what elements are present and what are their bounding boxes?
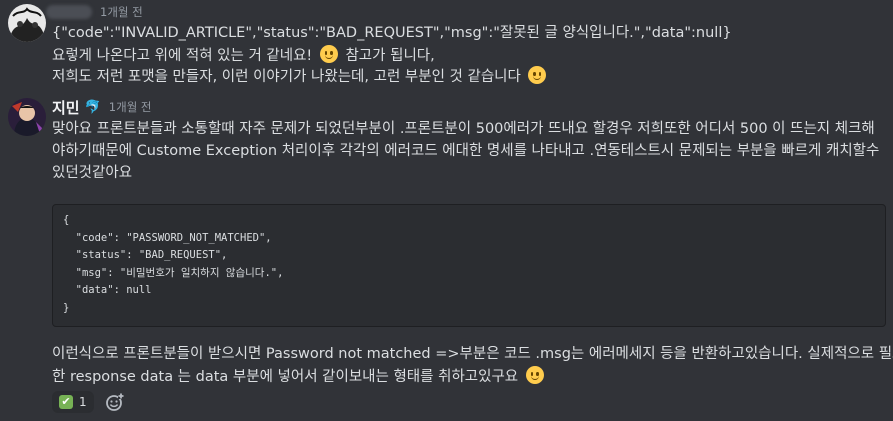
redacted-username (46, 5, 92, 19)
username[interactable]: 지민 (52, 97, 80, 118)
code-line: "status": "BAD_REQUEST", (63, 249, 228, 261)
slightly-smiling-face-icon (528, 66, 547, 84)
message-header: 1개월 전 (46, 3, 143, 21)
message-line: 요렇게 나온다고 위에 적혀 있는 거 같네요! 참고가 됩니다, (52, 45, 435, 67)
code-block: { "code": "PASSWORD_NOT_MATCHED", "statu… (52, 204, 886, 327)
message-line: 맞아요 프론트분들과 소통할때 자주 문제가 되었던부분이 .프론트분이 500… (52, 121, 875, 137)
code-line: "msg": "비밀번호가 일치하지 않습니다.", (63, 266, 284, 279)
code-line: "data": null (63, 284, 152, 296)
message-2: 지민 🐬 1개월 전 맞아요 프론트분들과 소통할때 자주 문제가 되었던부분이… (0, 95, 893, 421)
message-1: 1개월 전 {"code":"INVALID_ARTICLE","status"… (0, 0, 893, 95)
reactions-bar: ✔ 1 (52, 391, 126, 413)
dolphin-icon: 🐬 (84, 99, 101, 115)
message-text: 저희도 저런 포맷을 만들자, 이런 이야기가 나왔는데, 고런 부분인 것 같… (52, 69, 521, 85)
timestamp: 1개월 전 (108, 100, 152, 114)
timestamp: 1개월 전 (100, 5, 143, 19)
message-text: 참고가 됩니다, (345, 48, 435, 64)
message-line: 한 response data 는 data 부분에 넣어서 같이보내는 형태를… (52, 366, 547, 388)
message-text: {"code":"INVALID_ARTICLE","status":"BAD_… (52, 25, 732, 41)
message-text: 요렇게 나온다고 위에 적혀 있는 거 같네요! (52, 48, 313, 64)
message-line: 있던것같아요 (52, 165, 133, 181)
message-line: 저희도 저런 포맷을 만들자, 이런 이야기가 나왔는데, 고런 부분인 것 같… (52, 66, 549, 88)
user-avatar-icon[interactable] (8, 4, 46, 42)
message-line: 야하기때문에 Custome Exception 처리이후 각각의 에러코드 에… (52, 143, 880, 159)
code-line: "code": "PASSWORD_NOT_MATCHED", (63, 231, 272, 244)
slightly-smiling-face-icon (525, 366, 544, 384)
add-reaction-icon[interactable] (104, 391, 126, 413)
code-line: } (63, 301, 70, 314)
slightly-smiling-face-icon (319, 45, 338, 63)
reaction-count: 1 (79, 395, 87, 409)
user-avatar-icon[interactable] (8, 98, 46, 136)
white-check-mark-icon: ✔ (59, 395, 73, 409)
code-line: { (63, 214, 70, 226)
message-line: {"code":"INVALID_ARTICLE","status":"BAD_… (52, 23, 732, 44)
reaction-check[interactable]: ✔ 1 (52, 391, 94, 413)
message-header: 지민 🐬 1개월 전 (52, 97, 152, 118)
message-text: 한 response data 는 data 부분에 넣어서 같이보내는 형태를… (52, 369, 519, 385)
message-line: 이런식으로 프론트분들이 받으시면 Password not matched =… (52, 346, 893, 362)
